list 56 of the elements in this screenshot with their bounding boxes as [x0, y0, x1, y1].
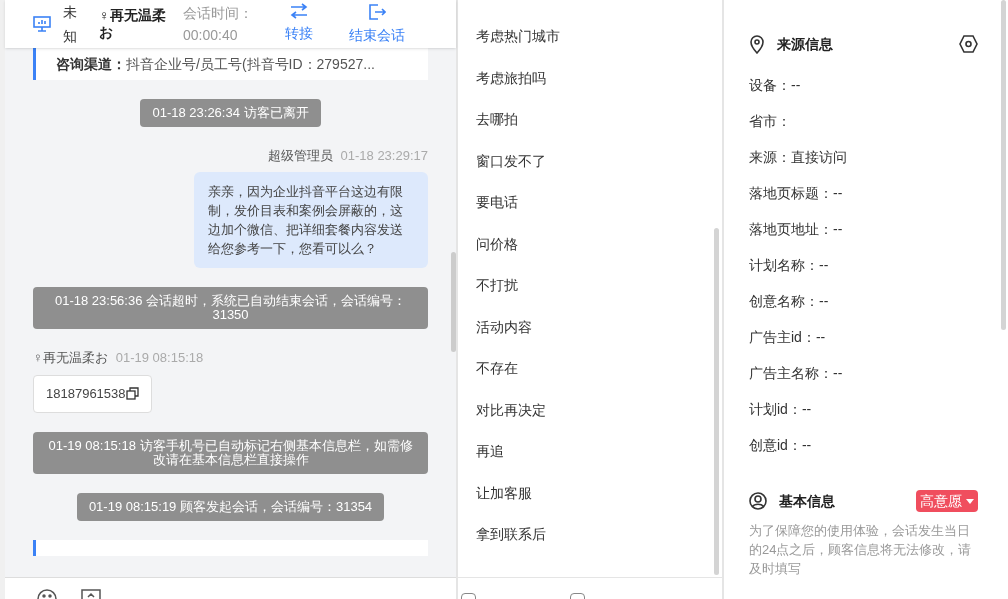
quick-reply-item[interactable]: 不打扰	[458, 274, 722, 297]
hexagon-settings-icon[interactable]	[959, 35, 978, 53]
system-notice: 01-18 23:56:36 会话超时，系统已自动结束会话，会话编号：31350	[33, 286, 428, 329]
quick-reply-item[interactable]: 窗口发不了	[458, 149, 722, 173]
info-row-text: 广告主名称：--	[749, 364, 844, 383]
channel-label: 咨询渠道：	[56, 56, 126, 72]
device-label: 未知	[63, 3, 78, 46]
info-row-text: 创意id：--	[749, 436, 813, 455]
info-row-text: 计划名称：--	[749, 256, 830, 275]
quick-reply-item[interactable]: 去哪拍	[458, 108, 722, 131]
action-button[interactable]: 结束会话	[349, 3, 405, 45]
quick-reply-item[interactable]: 活动内容	[458, 315, 722, 339]
sender-name: 超级管理员	[267, 147, 333, 165]
image-icon[interactable]	[81, 589, 101, 599]
message-time: 01-19 08:15:18	[115, 348, 204, 367]
system-notice: 01-19 08:15:18 访客手机号已自动标记右侧基本信息栏，如需修改请在基本信息栏直接操作	[33, 431, 428, 474]
info-row-text: 落地页标题：--	[749, 184, 844, 203]
monitor-icon	[33, 16, 51, 32]
info-row-text: 计划id：--	[749, 400, 813, 419]
message-time: 01-18 23:29:17	[340, 147, 428, 165]
quick-reply-item[interactable]: 对比再决定	[458, 398, 722, 422]
quick-reply-item[interactable]: 拿到联系后	[458, 523, 722, 546]
info-note: 为了保障您的使用体验，会话发生当日的24点之后，顾客信息将无法修改，请及时填写	[749, 522, 973, 578]
timer-label: 会话时间：	[183, 4, 253, 23]
section-title: 基本信息	[779, 492, 835, 511]
sender-name: ♀再无温柔お	[33, 348, 108, 367]
info-row-text: 创意名称：--	[749, 292, 830, 311]
logout-icon	[368, 3, 386, 21]
quick-reply-item[interactable]: 考虑旅拍吗	[458, 66, 722, 90]
section-title: 来源信息	[777, 35, 833, 54]
swap-icon	[289, 3, 309, 19]
info-row-text: 来源：直接访问	[749, 148, 848, 167]
quick-reply-item[interactable]: 再追	[458, 440, 722, 463]
quick-reply-item[interactable]: 问价格	[458, 232, 722, 256]
emoji-icon[interactable]	[37, 589, 57, 599]
system-notice: 01-18 23:26:34 访客已离开	[140, 99, 321, 127]
intent-dropdown[interactable]: 高意愿	[916, 490, 978, 512]
system-notice: 01-19 08:15:19 顾客发起会话，会话编号：31354	[76, 492, 385, 521]
quick-reply-item[interactable]: 不存在	[458, 357, 722, 380]
timer-value: 00:00:40	[183, 26, 239, 45]
user-circle-icon	[749, 492, 767, 510]
info-row-text: 设备：--	[749, 76, 802, 95]
phone-number: 18187961538	[46, 385, 126, 403]
message-bubble: 亲亲，因为企业抖音平台这边有限制，发价目表和案例会屏蔽的，这边加个微信、把详细套餐内容发送给您参考一下，您看可以么？	[194, 171, 428, 268]
info-row-text: 省市：	[749, 112, 792, 131]
quick-reply-item[interactable]: 考虑热门城市	[458, 25, 722, 48]
channel-text: 抖音企业号/员工号(抖音号ID：279527...	[126, 56, 375, 72]
quick-reply-item[interactable]: 让加客服	[458, 481, 722, 505]
quick-reply-item[interactable]: 要电话	[458, 191, 722, 214]
copy-icon[interactable]	[125, 387, 139, 401]
caret-icon	[966, 498, 974, 504]
location-pin-icon	[749, 34, 765, 54]
info-row-text: 落地页地址：--	[749, 220, 844, 239]
action-button[interactable]: 转接	[285, 3, 313, 45]
info-row-text: 广告主id：--	[749, 328, 827, 347]
visitor-name: ♀再无温柔お	[99, 7, 167, 41]
